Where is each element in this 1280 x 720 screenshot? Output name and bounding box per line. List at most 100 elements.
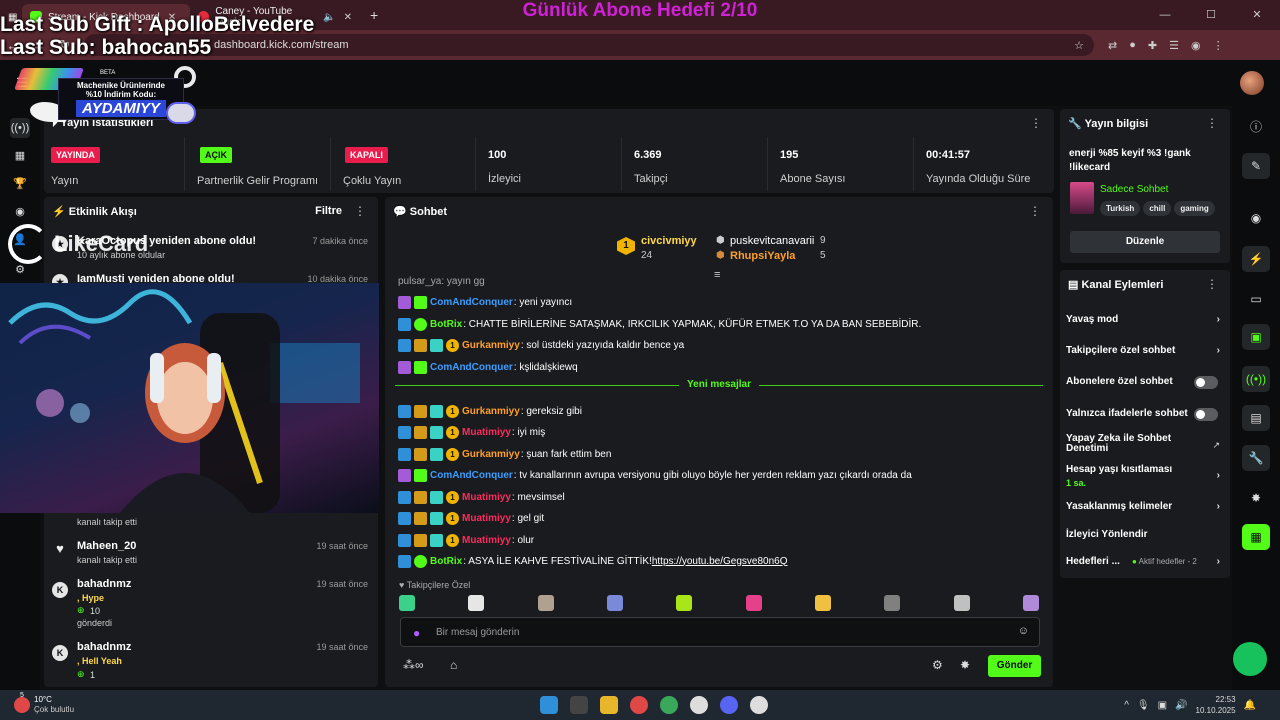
filter-button[interactable]: Filtre bbox=[315, 205, 342, 217]
app-icon[interactable]: ▦ bbox=[1242, 524, 1270, 550]
emoji-icon[interactable]: ☺ bbox=[1018, 625, 1029, 637]
goals-row[interactable]: Hedefleri ... ● Aktif hedefler - 2 › bbox=[1066, 556, 1224, 567]
broadcast-icon[interactable]: ((•)) bbox=[1242, 366, 1270, 392]
store-icon[interactable]: ⌂ bbox=[450, 658, 457, 672]
weather-widget[interactable]: 10°C Çok bulutlu bbox=[34, 695, 74, 715]
chat-input[interactable]: ● Bir mesaj gönderin ☺ bbox=[400, 617, 1040, 647]
emote-icon[interactable] bbox=[606, 595, 623, 611]
reading-list-icon[interactable]: ☰ bbox=[1169, 39, 1179, 52]
raid-row[interactable]: İzleyici Yönlendir bbox=[1066, 529, 1224, 540]
emote-icon[interactable] bbox=[676, 595, 693, 611]
external-link-icon[interactable]: ↗ bbox=[1212, 440, 1220, 451]
stat-followers: 6.369 Takipçi bbox=[621, 137, 767, 191]
more-options-icon[interactable]: ⋮ bbox=[1206, 116, 1218, 130]
chat-username[interactable]: ComAndConquer bbox=[430, 470, 513, 481]
collapse-icon[interactable]: ≡ bbox=[714, 269, 720, 281]
info-icon[interactable]: ⓘ bbox=[1242, 114, 1270, 140]
chat-username[interactable]: Gurkanmiyy bbox=[462, 340, 520, 351]
camera-icon[interactable]: ◉ bbox=[1242, 205, 1270, 231]
emote-icon[interactable] bbox=[814, 595, 831, 611]
task-view-icon[interactable] bbox=[570, 696, 589, 714]
trophy-icon[interactable]: 🏆 bbox=[10, 174, 30, 194]
stat-value: 00:41:57 bbox=[926, 149, 971, 161]
emote-icon[interactable] bbox=[1022, 595, 1039, 611]
microphone-icon[interactable]: ● bbox=[413, 626, 420, 640]
emote-icon[interactable] bbox=[537, 595, 554, 611]
extension-icon[interactable]: ● bbox=[1129, 39, 1136, 52]
chat-username[interactable]: ComAndConquer bbox=[430, 362, 513, 373]
emote-icon[interactable] bbox=[468, 595, 485, 611]
banned-words-row[interactable]: Yasaklanmış kelimeler › bbox=[1066, 501, 1224, 512]
points-icon[interactable]: ⁂∞ bbox=[403, 658, 424, 672]
account-age-row[interactable]: Hesap yaşı kısıtlaması › bbox=[1066, 464, 1224, 481]
chat-message: BotRix: CHATTE BİRİLERİNE SATAŞMAK, IRKC… bbox=[398, 316, 921, 332]
mod-tools-icon[interactable]: ✸ bbox=[1242, 485, 1270, 511]
start-icon[interactable] bbox=[540, 696, 559, 714]
chat-username[interactable]: Gurkanmiyy bbox=[462, 406, 520, 417]
browser-menu-icon[interactable]: ⋮ bbox=[1213, 39, 1224, 52]
toggle-switch[interactable] bbox=[1194, 376, 1218, 389]
puzzle-icon[interactable]: ✚ bbox=[1148, 39, 1157, 52]
list-icon[interactable]: ▤ bbox=[1242, 405, 1270, 431]
message-text: : sol üstdeki yazıyıda kaldır bence ya bbox=[520, 339, 685, 351]
microphone-icon[interactable]: 🎙 bbox=[1137, 700, 1150, 711]
emote-icon[interactable] bbox=[953, 595, 970, 611]
chat-icon[interactable]: ▣ bbox=[1242, 324, 1270, 350]
activity-name: bahadnmz bbox=[77, 578, 132, 590]
lightning-icon[interactable]: ⚡ bbox=[1242, 246, 1270, 272]
slow-mode-row[interactable]: Yavaş mod › bbox=[1066, 314, 1224, 325]
chat-username[interactable]: Gurkanmiyy bbox=[462, 449, 520, 460]
more-options-icon[interactable]: ⋮ bbox=[354, 204, 366, 218]
obs-icon[interactable] bbox=[630, 696, 649, 714]
activity-time: 19 saat önce bbox=[316, 579, 368, 589]
address-bar[interactable]: dashboard.kick.com/stream ☆ bbox=[84, 34, 1094, 56]
clock[interactable]: 22:53 10.10.2025 bbox=[1196, 694, 1236, 716]
chevron-up-icon[interactable]: ^ bbox=[1124, 700, 1129, 711]
chat-message: 1 Muatimiyy: mevsimsel bbox=[398, 489, 565, 505]
chat-username[interactable]: BotRix bbox=[430, 319, 462, 330]
more-options-icon[interactable]: ⋮ bbox=[1029, 204, 1041, 218]
pencil-icon[interactable]: ✎ bbox=[1242, 153, 1270, 179]
chat-username[interactable]: BotRix bbox=[430, 556, 462, 567]
chat-username[interactable]: ComAndConquer bbox=[430, 297, 513, 308]
volume-icon[interactable]: 🔊 bbox=[1175, 700, 1187, 711]
network-icon[interactable]: ▣ bbox=[1158, 700, 1167, 711]
more-options-icon[interactable]: ⋮ bbox=[1206, 277, 1218, 291]
settings-icon[interactable]: ⚙ bbox=[932, 658, 943, 672]
chat-username[interactable]: Muatimiyy bbox=[462, 492, 511, 503]
mod-tools-icon[interactable]: ✸ bbox=[960, 658, 970, 672]
translate-icon[interactable]: ⇄ bbox=[1108, 39, 1117, 52]
category-name[interactable]: Sadece Sohbet bbox=[1100, 184, 1168, 195]
analytics-icon[interactable]: ▦ bbox=[10, 146, 30, 166]
chat-username[interactable]: Muatimiyy bbox=[462, 427, 511, 438]
support-chat-button[interactable] bbox=[1233, 642, 1267, 676]
wrench-icon[interactable]: 🔧 bbox=[1242, 445, 1270, 471]
bookmark-star-icon[interactable]: ☆ bbox=[1074, 39, 1084, 52]
app-icon[interactable] bbox=[750, 696, 769, 714]
followers-only-row[interactable]: Takipçilere özel sohbet › bbox=[1066, 345, 1224, 356]
emote-icon[interactable] bbox=[884, 595, 901, 611]
chat-username[interactable]: Muatimiyy bbox=[462, 535, 511, 546]
stat-stream: YAYINDA Yayın bbox=[44, 137, 184, 191]
file-explorer-icon[interactable] bbox=[600, 696, 619, 714]
notification-bell-icon[interactable]: 🔔 bbox=[1244, 700, 1256, 711]
more-options-icon[interactable]: ⋮ bbox=[1030, 116, 1042, 130]
toggle-switch[interactable] bbox=[1194, 408, 1218, 421]
edit-button[interactable]: Düzenle bbox=[1070, 231, 1220, 253]
chrome-icon[interactable] bbox=[660, 696, 679, 714]
profile-icon[interactable]: ◉ bbox=[1191, 39, 1201, 52]
chat-username[interactable]: Muatimiyy bbox=[462, 513, 511, 524]
emote-icon[interactable] bbox=[399, 595, 415, 611]
document-icon[interactable]: ▭ bbox=[1242, 286, 1270, 312]
camera-icon[interactable]: ◉ bbox=[10, 202, 30, 222]
send-button[interactable]: Gönder bbox=[988, 655, 1041, 677]
discord-icon[interactable] bbox=[720, 696, 739, 714]
row-label: Hesap yaşı kısıtlaması bbox=[1066, 464, 1173, 475]
avatar[interactable] bbox=[1240, 71, 1264, 95]
chat-link[interactable]: https://youtu.be/Gegsve80n6Q bbox=[652, 556, 788, 567]
ai-moderation-row[interactable]: Yapay Zeka ile Sohbet Denetimi bbox=[1066, 434, 1196, 454]
app-icon[interactable] bbox=[690, 696, 709, 714]
badge-icon bbox=[398, 295, 411, 309]
new-messages-label: Yeni mesajlar bbox=[679, 379, 759, 390]
emote-icon[interactable] bbox=[745, 595, 762, 611]
